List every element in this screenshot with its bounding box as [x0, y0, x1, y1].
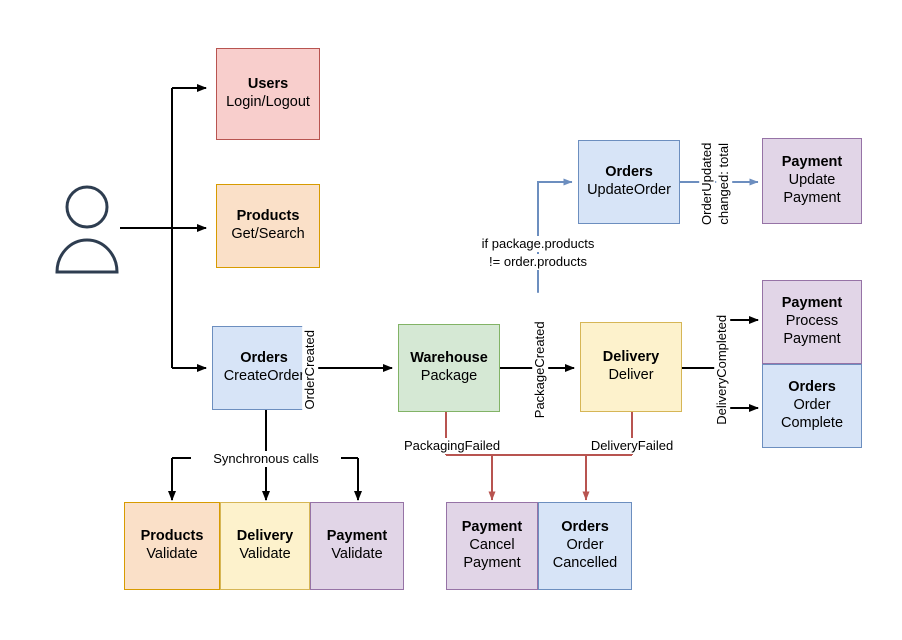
node-orders-update-order[interactable]: Orders UpdateOrder	[578, 140, 680, 224]
node-payment-update-payment-title: Payment	[781, 154, 843, 171]
edge-label-order-updated: OrderUpdated	[699, 116, 715, 251]
node-orders-order-complete-title: Orders	[788, 379, 836, 396]
edge-label-changed-total: changed: total	[716, 116, 732, 251]
node-orders-order-complete-subtitle: Order Complete	[780, 397, 844, 431]
node-delivery-validate[interactable]: Delivery Validate	[220, 502, 310, 590]
node-delivery-deliver-title: Delivery	[602, 349, 660, 366]
node-payment-process-payment-subtitle: Process Payment	[783, 313, 841, 347]
node-products-validate[interactable]: Products Validate	[124, 502, 220, 590]
node-delivery-validate-title: Delivery	[236, 528, 294, 545]
user-actor-icon	[52, 182, 122, 274]
edge-label-delivery-failed: DeliveryFailed	[557, 438, 707, 454]
node-payment-update-payment[interactable]: Payment Update Payment	[762, 138, 862, 224]
node-payment-process-payment[interactable]: Payment Process Payment	[762, 280, 862, 364]
edge-label-packaging-failed: PackagingFailed	[372, 438, 532, 454]
node-payment-validate-subtitle: Validate	[331, 546, 383, 562]
node-products-validate-title: Products	[140, 528, 204, 545]
node-delivery-validate-subtitle: Validate	[239, 546, 291, 562]
edge-label-condition-line1: if package.products	[428, 236, 648, 252]
node-products-title: Products	[236, 208, 300, 225]
node-payment-process-payment-title: Payment	[781, 295, 843, 312]
node-warehouse-package-subtitle: Package	[420, 368, 478, 384]
node-warehouse-package[interactable]: Warehouse Package	[398, 324, 500, 412]
node-users[interactable]: Users Login/Logout	[216, 48, 320, 140]
node-orders-order-cancelled-subtitle: Order Cancelled	[552, 537, 618, 571]
node-orders-create-order[interactable]: Orders CreateOrder	[212, 326, 316, 410]
node-orders-order-cancelled[interactable]: Orders Order Cancelled	[538, 502, 632, 590]
node-products-validate-subtitle: Validate	[146, 546, 198, 562]
node-payment-cancel-payment-subtitle: Cancel Payment	[463, 537, 521, 571]
node-orders-create-order-title: Orders	[240, 350, 288, 367]
node-orders-update-order-title: Orders	[605, 164, 653, 181]
node-payment-update-payment-subtitle: Update Payment	[783, 172, 841, 206]
node-delivery-deliver-subtitle: Deliver	[608, 367, 654, 383]
node-payment-validate[interactable]: Payment Validate	[310, 502, 404, 590]
node-warehouse-package-title: Warehouse	[410, 350, 488, 367]
node-orders-update-order-subtitle: UpdateOrder	[587, 182, 671, 198]
edge-label-package-created: PackageCreated	[532, 292, 548, 447]
node-payment-cancel-payment-title: Payment	[461, 519, 523, 536]
edge-label-synchronous-calls: Synchronous calls	[191, 451, 341, 467]
node-orders-order-cancelled-title: Orders	[561, 519, 609, 536]
node-delivery-deliver[interactable]: Delivery Deliver	[580, 322, 682, 412]
node-payment-cancel-payment[interactable]: Payment Cancel Payment	[446, 502, 538, 590]
node-orders-create-order-subtitle: CreateOrder	[223, 368, 305, 384]
node-users-title: Users	[247, 76, 289, 93]
node-products-subtitle: Get/Search	[231, 226, 305, 242]
node-products[interactable]: Products Get/Search	[216, 184, 320, 268]
edge-label-order-created: OrderCreated	[302, 302, 318, 437]
node-payment-validate-title: Payment	[326, 528, 388, 545]
edge-label-delivery-completed: DeliveryCompleted	[714, 282, 730, 457]
diagram-canvas: Users Login/Logout Products Get/Search O…	[0, 0, 902, 640]
node-users-subtitle: Login/Logout	[226, 94, 310, 110]
edge-label-condition-line2: != order.products	[428, 254, 648, 270]
node-orders-order-complete[interactable]: Orders Order Complete	[762, 364, 862, 448]
